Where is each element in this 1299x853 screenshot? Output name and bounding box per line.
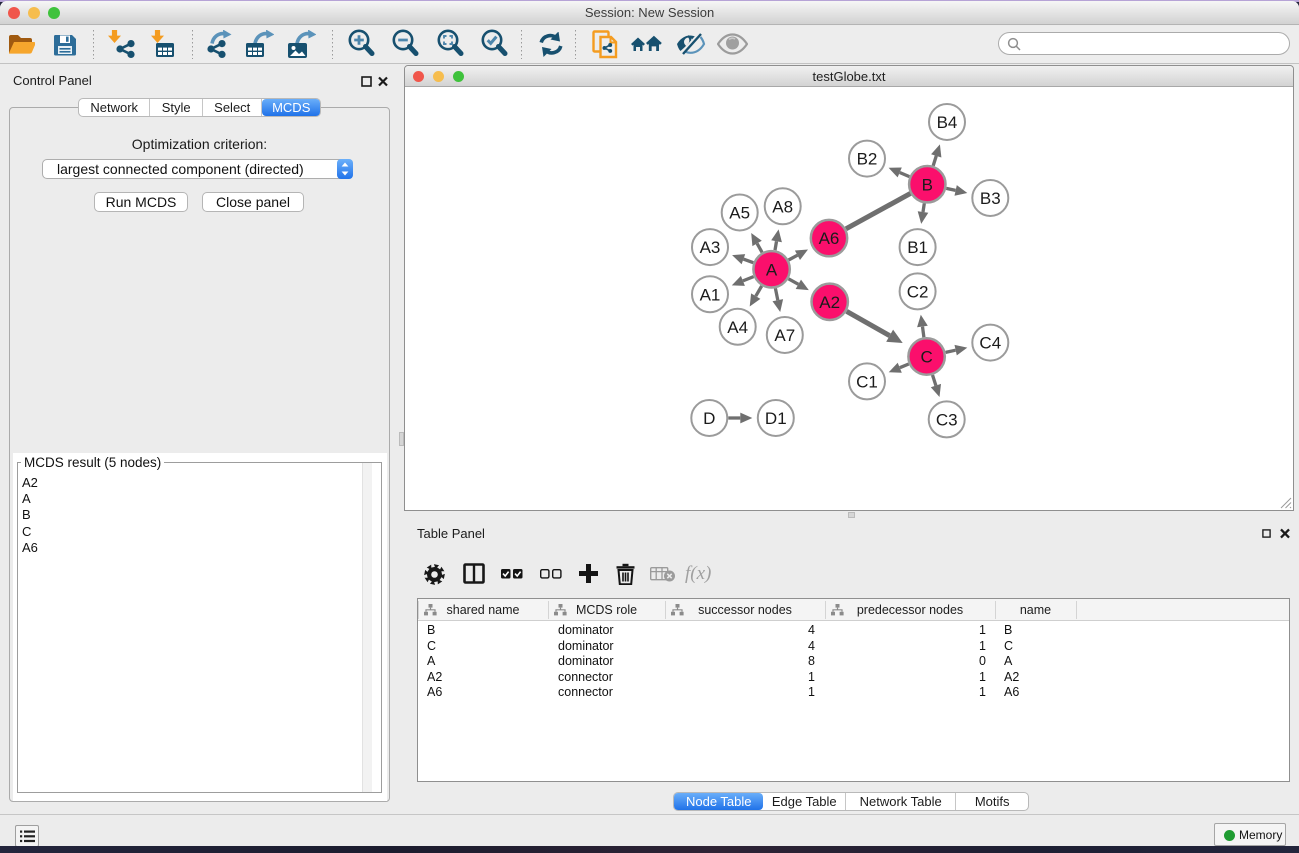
svg-text:A5: A5	[729, 204, 750, 223]
svg-text:B4: B4	[937, 113, 958, 132]
svg-text:C4: C4	[979, 334, 1001, 353]
svg-text:D1: D1	[765, 409, 787, 428]
svg-text:A3: A3	[700, 238, 721, 257]
svg-text:B3: B3	[980, 189, 1001, 208]
svg-text:A7: A7	[774, 326, 795, 345]
svg-text:A4: A4	[727, 318, 748, 337]
svg-text:C3: C3	[936, 411, 958, 430]
svg-text:C1: C1	[856, 373, 878, 392]
svg-text:A1: A1	[700, 285, 721, 304]
svg-text:A: A	[766, 260, 778, 279]
svg-text:A2: A2	[819, 293, 840, 312]
svg-text:B2: B2	[857, 150, 878, 169]
svg-text:D: D	[703, 409, 715, 428]
svg-text:B1: B1	[907, 238, 928, 257]
svg-text:B: B	[922, 175, 933, 194]
svg-text:A6: A6	[819, 229, 840, 248]
svg-text:C2: C2	[907, 283, 929, 302]
svg-text:A8: A8	[772, 197, 793, 216]
svg-text:C: C	[920, 348, 932, 367]
